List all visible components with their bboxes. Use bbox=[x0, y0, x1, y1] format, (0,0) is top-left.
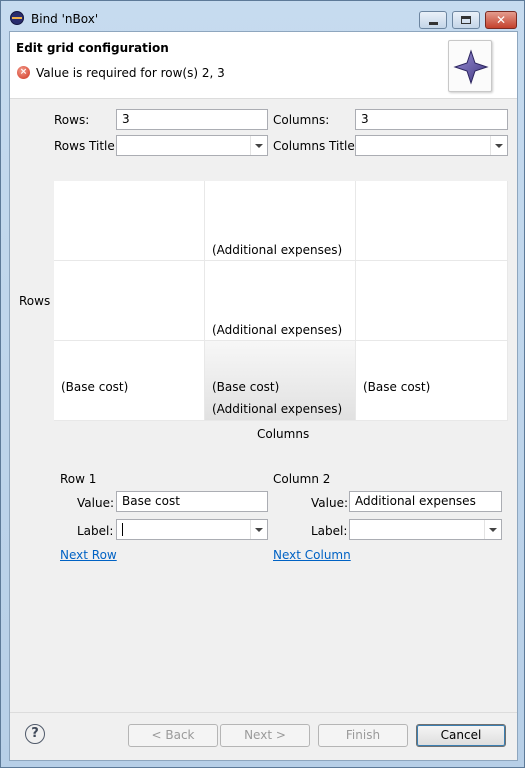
grid-cell[interactable]: (Base cost) bbox=[356, 341, 508, 421]
columns-title-combo[interactable] bbox=[355, 135, 508, 156]
maximize-icon bbox=[461, 16, 471, 24]
rows-input[interactable]: 3 bbox=[116, 109, 268, 130]
grid-cell[interactable] bbox=[54, 181, 205, 261]
column-editor-heading: Column 2 bbox=[273, 472, 331, 486]
grid-cell-text: (Additional expenses) bbox=[212, 243, 343, 257]
grid-preview: (Additional expenses) (Additional expens… bbox=[54, 181, 508, 421]
minimize-button[interactable] bbox=[419, 11, 447, 29]
chevron-down-icon[interactable] bbox=[490, 136, 507, 155]
next-column-link[interactable]: Next Column bbox=[273, 548, 351, 562]
next-row-link[interactable]: Next Row bbox=[60, 548, 117, 562]
column-label-label: Label: bbox=[311, 524, 348, 538]
columns-title-label: Columns Title: bbox=[273, 139, 359, 153]
footer-divider bbox=[10, 712, 517, 713]
columns-label: Columns: bbox=[273, 113, 330, 127]
error-icon: × bbox=[17, 66, 30, 79]
grid-cell-text: (Base cost) bbox=[363, 380, 431, 394]
finish-button[interactable]: Finish bbox=[318, 724, 408, 747]
dialog-window: Bind 'nBox' ✕ Edit grid configuration × … bbox=[0, 0, 525, 768]
grid-cell[interactable]: (Additional expenses) bbox=[205, 181, 356, 261]
page-title: Edit grid configuration bbox=[16, 41, 169, 55]
dialog-body: Edit grid configuration × Value is requi… bbox=[9, 31, 518, 761]
window-title: Bind 'nBox' bbox=[31, 12, 99, 26]
grid-cell-text: (Base cost) bbox=[61, 380, 129, 394]
grid-cell[interactable] bbox=[54, 261, 205, 341]
cancel-button[interactable]: Cancel bbox=[416, 724, 506, 747]
row-label-label: Label: bbox=[77, 524, 114, 538]
chevron-down-icon[interactable] bbox=[484, 520, 501, 539]
columns-input[interactable]: 3 bbox=[355, 109, 508, 130]
chevron-down-icon[interactable] bbox=[250, 136, 267, 155]
rows-axis-label: Rows bbox=[19, 294, 51, 308]
grid-cell[interactable] bbox=[356, 261, 508, 341]
maximize-button[interactable] bbox=[452, 11, 480, 29]
grid-cell-text: (Additional expenses) bbox=[212, 402, 343, 416]
grid-cell-selected[interactable]: (Base cost) (Additional expenses) bbox=[205, 341, 356, 421]
eclipse-app-icon bbox=[10, 11, 24, 25]
row-label-combo[interactable] bbox=[116, 519, 268, 540]
column-value-input[interactable]: Additional expenses bbox=[349, 491, 502, 512]
grid-cell-text: (Additional expenses) bbox=[212, 323, 343, 337]
minimize-icon bbox=[428, 21, 438, 25]
star-icon bbox=[453, 49, 489, 85]
rows-title-combo[interactable] bbox=[116, 135, 268, 156]
grid-cell[interactable]: (Additional expenses) bbox=[205, 261, 356, 341]
error-message: Value is required for row(s) 2, 3 bbox=[36, 66, 225, 80]
row-value-input[interactable]: Base cost bbox=[116, 491, 268, 512]
rows-label: Rows: bbox=[54, 113, 90, 127]
row-value-label: Value: bbox=[77, 496, 114, 510]
title-bar[interactable]: Bind 'nBox' ✕ bbox=[1, 1, 524, 31]
next-button[interactable]: Next > bbox=[220, 724, 310, 747]
close-button[interactable]: ✕ bbox=[485, 11, 517, 29]
grid-cell-text: (Base cost) bbox=[212, 380, 280, 394]
column-label-combo[interactable] bbox=[349, 519, 502, 540]
rows-title-label: Rows Title: bbox=[54, 139, 119, 153]
chevron-down-icon[interactable] bbox=[250, 520, 267, 539]
grid-cell[interactable]: (Base cost) bbox=[54, 341, 205, 421]
close-icon: ✕ bbox=[495, 13, 507, 27]
grid-cell[interactable] bbox=[356, 181, 508, 261]
wizard-banner-image bbox=[448, 40, 492, 92]
row-editor-heading: Row 1 bbox=[60, 472, 97, 486]
column-value-label: Value: bbox=[311, 496, 348, 510]
text-caret bbox=[122, 523, 123, 536]
back-button[interactable]: < Back bbox=[128, 724, 218, 747]
help-icon[interactable]: ? bbox=[25, 724, 45, 744]
columns-axis-label: Columns bbox=[257, 427, 310, 441]
wizard-header: Edit grid configuration × Value is requi… bbox=[10, 32, 517, 99]
